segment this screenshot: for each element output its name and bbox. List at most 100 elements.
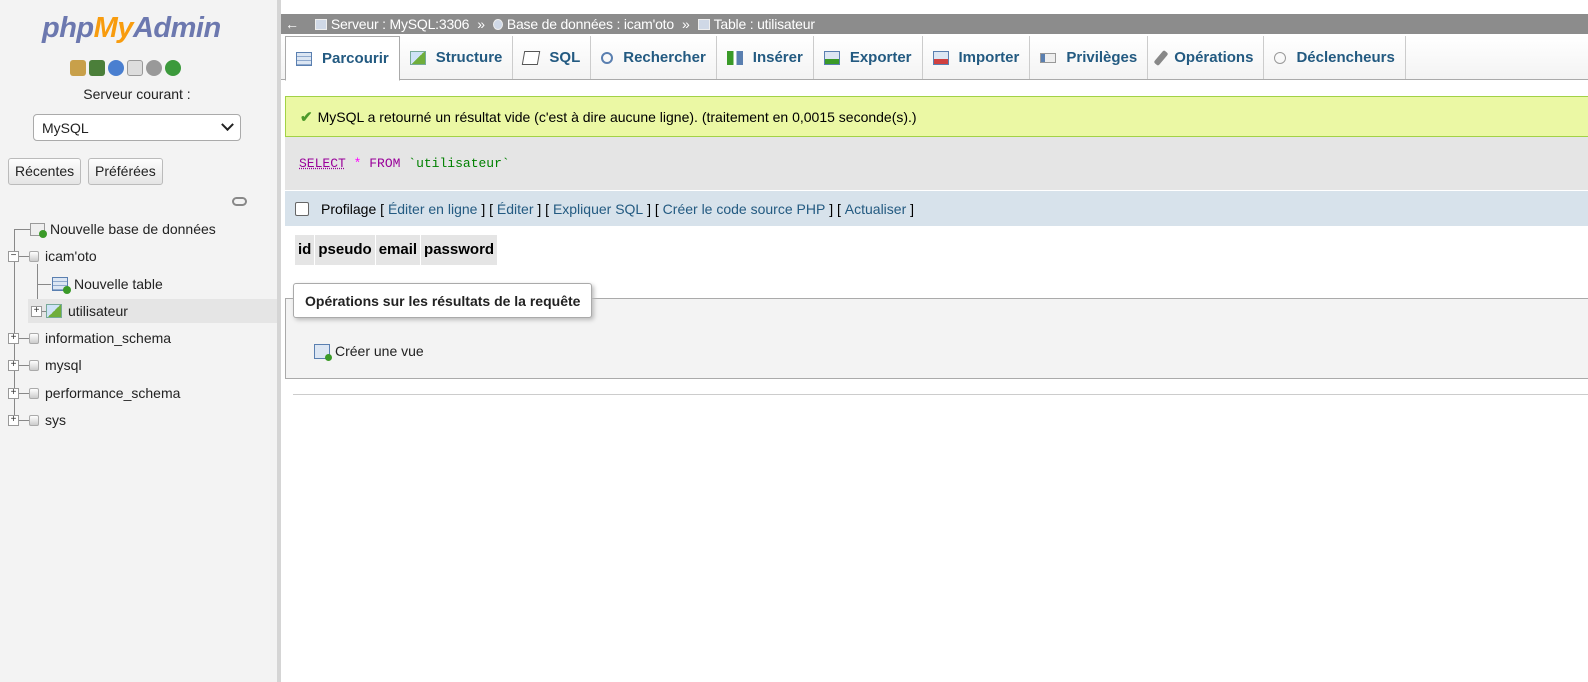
tab-import[interactable]: Importer: [923, 36, 1031, 79]
back-arrow-icon[interactable]: ←: [285, 16, 299, 32]
sidebar-resize-handle[interactable]: [277, 0, 281, 682]
search-icon: [601, 51, 614, 64]
results-table-header: id pseudo email password: [295, 235, 499, 265]
tree-line: [37, 284, 51, 285]
browse-icon: [296, 51, 312, 66]
divider-line: [293, 394, 1588, 395]
tree-item-db-information-schema[interactable]: + information_schema: [8, 326, 171, 350]
export-icon: [823, 50, 840, 65]
column-header-password[interactable]: password: [421, 235, 499, 265]
privileges-icon: [1040, 52, 1057, 63]
tab-insert[interactable]: Insérer: [717, 36, 814, 79]
tab-label: Parcourir: [322, 50, 389, 67]
reload-icon[interactable]: [165, 60, 181, 76]
table-icon: [697, 18, 710, 30]
tree-item-label: sys: [45, 412, 66, 428]
expand-icon[interactable]: +: [8, 359, 19, 371]
tree-line: [19, 392, 29, 394]
profiling-checkbox[interactable]: [295, 201, 309, 216]
collapse-icon[interactable]: −: [8, 250, 19, 262]
tree-line: [19, 364, 29, 366]
breadcrumb-table[interactable]: Table : utilisateur: [697, 16, 815, 32]
help-icon[interactable]: [108, 60, 124, 76]
sql-icon: [522, 50, 541, 65]
operations-legend: Opérations sur les résultats de la requê…: [293, 283, 593, 318]
tab-search[interactable]: Rechercher: [591, 36, 717, 79]
breadcrumb-server[interactable]: Serveur : MySQL:3306: [314, 16, 469, 32]
breadcrumb-separator: »: [477, 16, 485, 32]
expand-icon[interactable]: +: [8, 387, 19, 399]
documentation-icon[interactable]: [127, 60, 143, 76]
create-php-code-link[interactable]: Créer le code source PHP: [663, 201, 826, 217]
tree-item-new-table[interactable]: Nouvelle table: [52, 272, 163, 296]
sql-table-name: `utilisateur`: [408, 156, 510, 171]
tree-item-label: information_schema: [45, 330, 172, 346]
tab-label: Privilèges: [1066, 49, 1138, 66]
expand-icon[interactable]: +: [8, 332, 19, 344]
tree-item-db-sys[interactable]: + sys: [8, 408, 66, 432]
tree-item-db-icamoto[interactable]: − icam'oto: [8, 244, 97, 268]
database-icon: [29, 414, 39, 426]
wrench-icon: [1153, 49, 1169, 66]
table-structure-icon: [46, 304, 62, 318]
column-header-pseudo[interactable]: pseudo: [315, 235, 376, 265]
tab-operations[interactable]: Opérations: [1148, 36, 1265, 79]
success-message-text: MySQL a retourné un résultat vide (c'est…: [317, 108, 917, 125]
tree-line: [19, 255, 29, 257]
current-server-label: Serveur courant :: [83, 86, 191, 102]
tree-item-db-performance-schema[interactable]: + performance_schema: [8, 381, 180, 405]
sql-keyword-select[interactable]: SELECT: [299, 156, 346, 171]
triggers-icon: [1274, 51, 1287, 64]
database-icon: [29, 250, 39, 262]
refresh-link[interactable]: Actualiser: [845, 201, 906, 217]
tab-label: Déclencheurs: [1296, 49, 1395, 66]
database-icon: [29, 387, 39, 399]
tab-privileges[interactable]: Privilèges: [1030, 36, 1149, 79]
tab-sql[interactable]: SQL: [513, 36, 592, 79]
create-view-link[interactable]: Créer une vue: [314, 343, 424, 361]
tab-label: SQL: [549, 49, 581, 66]
expand-icon[interactable]: +: [8, 414, 19, 426]
tree-item-db-mysql[interactable]: + mysql: [8, 353, 82, 377]
tab-triggers[interactable]: Déclencheurs: [1264, 36, 1406, 79]
logout-icon[interactable]: [89, 60, 105, 76]
explain-sql-link[interactable]: Expliquer SQL: [553, 201, 643, 217]
tree-line: [14, 229, 30, 230]
create-view-label: Créer une vue: [335, 343, 424, 359]
tree-item-label: performance_schema: [45, 385, 181, 401]
structure-icon: [409, 50, 426, 65]
tree-item-label: Nouvelle base de données: [50, 221, 216, 237]
breadcrumb-separator: »: [681, 16, 690, 32]
home-icon[interactable]: [70, 60, 86, 76]
breadcrumb-database[interactable]: Base de données : icam'oto: [492, 16, 674, 32]
tree-item-label: utilisateur: [68, 303, 128, 319]
edit-link[interactable]: Éditer: [497, 201, 534, 217]
tab-label: Rechercher: [623, 49, 706, 66]
tab-browse[interactable]: Parcourir: [285, 36, 400, 81]
new-database-icon: [30, 222, 47, 238]
link-icon[interactable]: [232, 197, 247, 206]
expand-icon[interactable]: +: [31, 305, 42, 317]
tree-item-new-database[interactable]: Nouvelle base de données: [30, 217, 216, 241]
create-view-icon: [314, 343, 332, 361]
edit-inline-link[interactable]: Éditer en ligne: [388, 201, 478, 217]
database-icon: [29, 359, 39, 371]
new-table-icon: [52, 277, 71, 294]
tree-item-table-utilisateur[interactable]: + utilisateur: [28, 299, 277, 323]
server-select[interactable]: MySQL: [33, 114, 241, 141]
quick-links: [70, 60, 181, 76]
chevron-down-icon: [221, 118, 234, 132]
breadcrumb-database-label: Base de données : icam'oto: [506, 16, 674, 32]
tab-label: Opérations: [1174, 49, 1254, 66]
column-header-email[interactable]: email: [376, 235, 422, 265]
recent-tables-button[interactable]: Récentes: [8, 158, 82, 185]
tab-label: Importer: [958, 49, 1020, 66]
phpmyadmin-logo[interactable]: phpMyAdmin: [42, 12, 221, 45]
tree-line: [19, 337, 29, 339]
column-header-id[interactable]: id: [295, 235, 316, 265]
tab-export[interactable]: Exporter: [814, 36, 923, 79]
tab-structure[interactable]: Structure: [400, 36, 514, 79]
gear-icon[interactable]: [146, 60, 162, 76]
favorite-tables-button[interactable]: Préférées: [88, 158, 163, 185]
server-select-value: MySQL: [42, 119, 89, 136]
